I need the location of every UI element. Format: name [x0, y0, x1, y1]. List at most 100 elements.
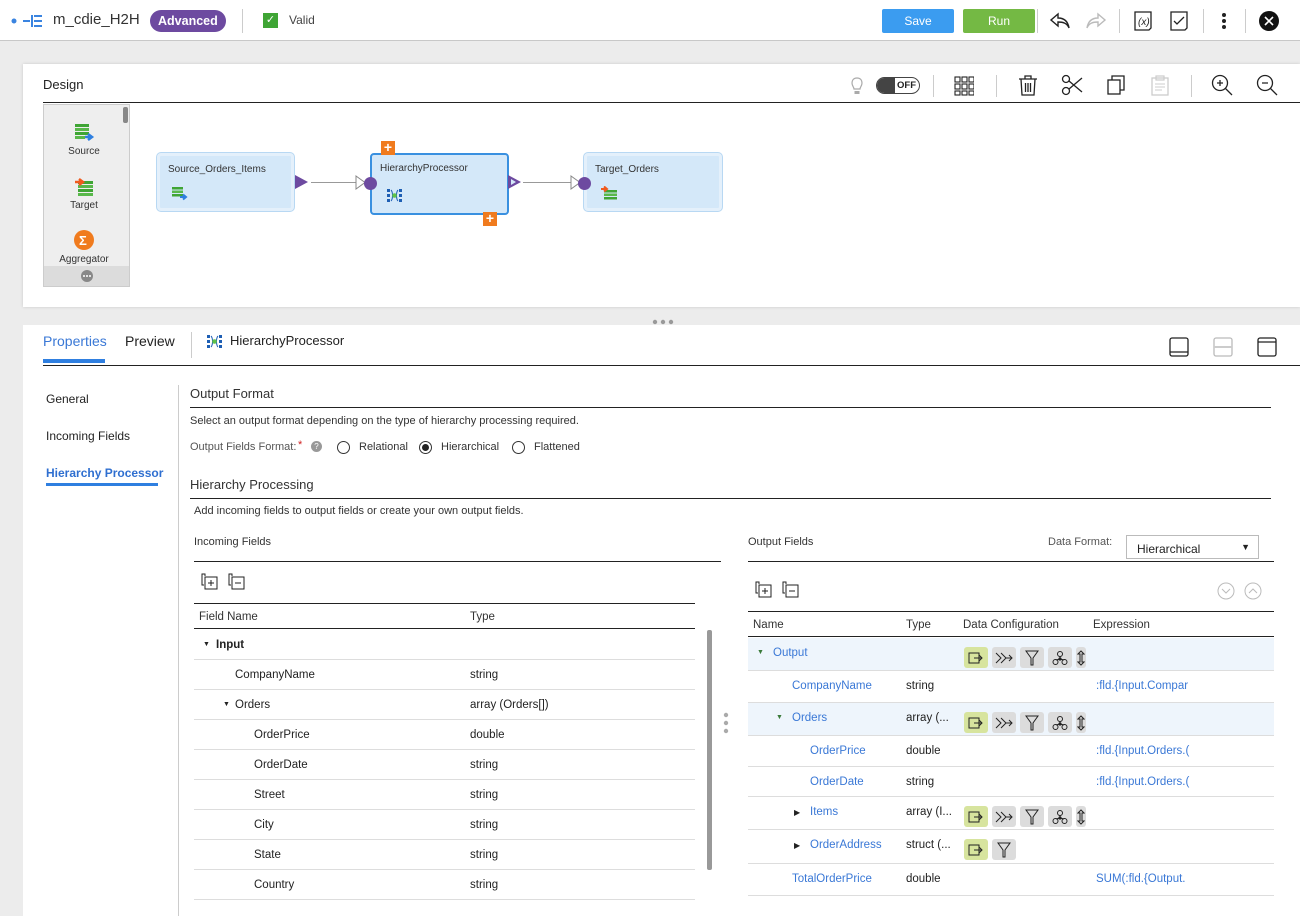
map-data-icon[interactable]	[964, 712, 988, 733]
collapse-toggle-icon[interactable]: ▼	[776, 714, 783, 721]
expand-all-icon[interactable]	[755, 581, 773, 599]
output-field-row[interactable]: ▼ Output	[748, 638, 1274, 671]
output-field-row[interactable]: CompanyName string:fld.{Input.Compar	[748, 671, 1274, 703]
group-icon[interactable]	[1048, 647, 1072, 668]
expand-toggle-icon[interactable]: ▼	[223, 701, 230, 708]
drag-handle-icon[interactable]	[723, 711, 729, 737]
undo-icon[interactable]	[1048, 9, 1072, 33]
move-up-icon[interactable]	[1244, 582, 1262, 600]
layout-top-icon[interactable]	[1257, 337, 1277, 357]
filter-icon[interactable]	[1020, 647, 1044, 668]
move-down-icon[interactable]	[1217, 582, 1235, 600]
output-field-expression[interactable]: :fld.{Input.Orders.(	[1096, 776, 1192, 788]
expand-toggle-icon[interactable]: ▶	[794, 808, 800, 817]
node-source-orders-items[interactable]: Source_Orders_Items	[157, 153, 294, 211]
output-field-name[interactable]: Orders	[792, 712, 827, 724]
tab-preview[interactable]: Preview	[125, 333, 175, 349]
redo-icon[interactable]	[1084, 9, 1108, 33]
expand-toggle-icon[interactable]: ▼	[203, 641, 210, 648]
collapse-all-icon[interactable]	[782, 581, 800, 599]
add-group-icon[interactable]: +	[483, 211, 497, 226]
radio-flattened[interactable]	[512, 441, 525, 454]
output-field-expression[interactable]: :fld.{Input.Compar	[1096, 680, 1192, 692]
map-data-icon[interactable]	[964, 839, 988, 860]
nav-general[interactable]: General	[46, 392, 89, 406]
cut-icon[interactable]	[1061, 74, 1083, 99]
tab-properties[interactable]: Properties	[43, 333, 107, 349]
add-group-icon[interactable]: +	[381, 140, 395, 155]
nav-hierarchy-processor[interactable]: Hierarchy Processor	[46, 466, 163, 480]
output-field-name[interactable]: OrderPrice	[810, 745, 866, 757]
output-field-name[interactable]: Output	[773, 647, 808, 659]
group-icon[interactable]	[1048, 806, 1072, 827]
palette-scrollbar[interactable]	[123, 107, 128, 123]
incoming-field-row[interactable]: City string	[194, 810, 695, 840]
paste-icon[interactable]	[1150, 74, 1170, 99]
toggle-switch[interactable]: OFF	[876, 77, 920, 94]
more-vertical-icon[interactable]	[1212, 9, 1236, 33]
output-field-name[interactable]: CompanyName	[792, 680, 872, 692]
output-field-row[interactable]: ▶ OrderAddress struct (...	[748, 830, 1274, 864]
collapse-toggle-icon[interactable]: ▼	[757, 649, 764, 656]
output-field-row[interactable]: OrderPrice double:fld.{Input.Orders.(	[748, 736, 1274, 767]
delete-icon[interactable]	[1018, 74, 1038, 99]
join-icon[interactable]	[992, 647, 1016, 668]
sort-icon[interactable]	[1076, 647, 1086, 668]
radio-hierarchical[interactable]	[419, 441, 432, 454]
lightbulb-icon[interactable]	[850, 76, 864, 99]
radio-relational[interactable]	[337, 441, 350, 454]
group-icon[interactable]	[1048, 712, 1072, 733]
incoming-field-row[interactable]: CompanyName string	[194, 660, 695, 690]
sort-icon[interactable]	[1076, 806, 1086, 827]
help-icon[interactable]: ?	[311, 441, 322, 452]
output-field-expression[interactable]: :fld.{Input.Orders.(	[1096, 745, 1192, 757]
output-port[interactable]	[294, 174, 310, 190]
incoming-grid-scrollbar[interactable]	[707, 630, 712, 870]
palette-item-target[interactable]: Target	[44, 177, 124, 211]
palette-item-aggregator[interactable]: Σ Aggregator	[44, 229, 124, 265]
zoom-in-icon[interactable]	[1211, 74, 1233, 99]
zoom-out-icon[interactable]	[1256, 74, 1278, 99]
incoming-field-row[interactable]: ▼ Input	[194, 630, 695, 660]
output-field-name[interactable]: Items	[810, 806, 838, 818]
sort-icon[interactable]	[1076, 712, 1086, 733]
output-field-row[interactable]: ▶ Items array (I...	[748, 797, 1274, 830]
expand-all-icon[interactable]	[201, 573, 219, 591]
map-data-icon[interactable]	[964, 806, 988, 827]
output-field-row[interactable]: OrderDate string:fld.{Input.Orders.(	[748, 767, 1274, 797]
layout-split-icon[interactable]	[1213, 337, 1233, 357]
collapse-all-icon[interactable]	[228, 573, 246, 591]
node-target-orders[interactable]: Target_Orders	[584, 153, 722, 211]
input-port[interactable]	[578, 177, 591, 190]
output-field-name[interactable]: OrderDate	[810, 776, 864, 788]
run-button[interactable]: Run	[963, 9, 1035, 33]
incoming-field-row[interactable]: Country string	[194, 870, 695, 900]
data-format-select[interactable]: Hierarchical ▼	[1126, 535, 1259, 559]
output-port[interactable]	[507, 174, 523, 190]
palette-more-button[interactable]	[44, 266, 129, 286]
input-port[interactable]	[364, 177, 377, 190]
filter-icon[interactable]	[1020, 806, 1044, 827]
join-icon[interactable]	[992, 806, 1016, 827]
save-button[interactable]: Save	[882, 9, 954, 33]
output-field-row[interactable]: ▼ Orders array (...	[748, 703, 1274, 736]
filter-icon[interactable]	[1020, 712, 1044, 733]
close-icon[interactable]	[1257, 9, 1281, 33]
output-field-expression[interactable]: SUM(:fld.{Output.	[1096, 873, 1192, 885]
arrange-grid-icon[interactable]	[954, 76, 975, 99]
filter-icon[interactable]	[992, 839, 1016, 860]
incoming-field-row[interactable]: OrderPrice double	[194, 720, 695, 750]
copy-icon[interactable]	[1106, 74, 1126, 99]
output-field-name[interactable]: OrderAddress	[810, 839, 882, 851]
expand-toggle-icon[interactable]: ▶	[794, 841, 800, 850]
layout-bottom-icon[interactable]	[1169, 337, 1189, 357]
validate-icon[interactable]	[1167, 9, 1191, 33]
map-data-icon[interactable]	[964, 647, 988, 668]
nav-incoming-fields[interactable]: Incoming Fields	[46, 429, 130, 443]
output-field-row[interactable]: TotalOrderPrice double SUM(:fld.{Output.	[748, 864, 1274, 896]
node-hierarchy-processor[interactable]: HierarchyProcessor	[370, 153, 509, 215]
incoming-field-row[interactable]: OrderDate string	[194, 750, 695, 780]
incoming-field-row[interactable]: Street string	[194, 780, 695, 810]
palette-item-source[interactable]: Source	[44, 123, 124, 157]
incoming-field-row[interactable]: ▼ Orders array (Orders[])	[194, 690, 695, 720]
